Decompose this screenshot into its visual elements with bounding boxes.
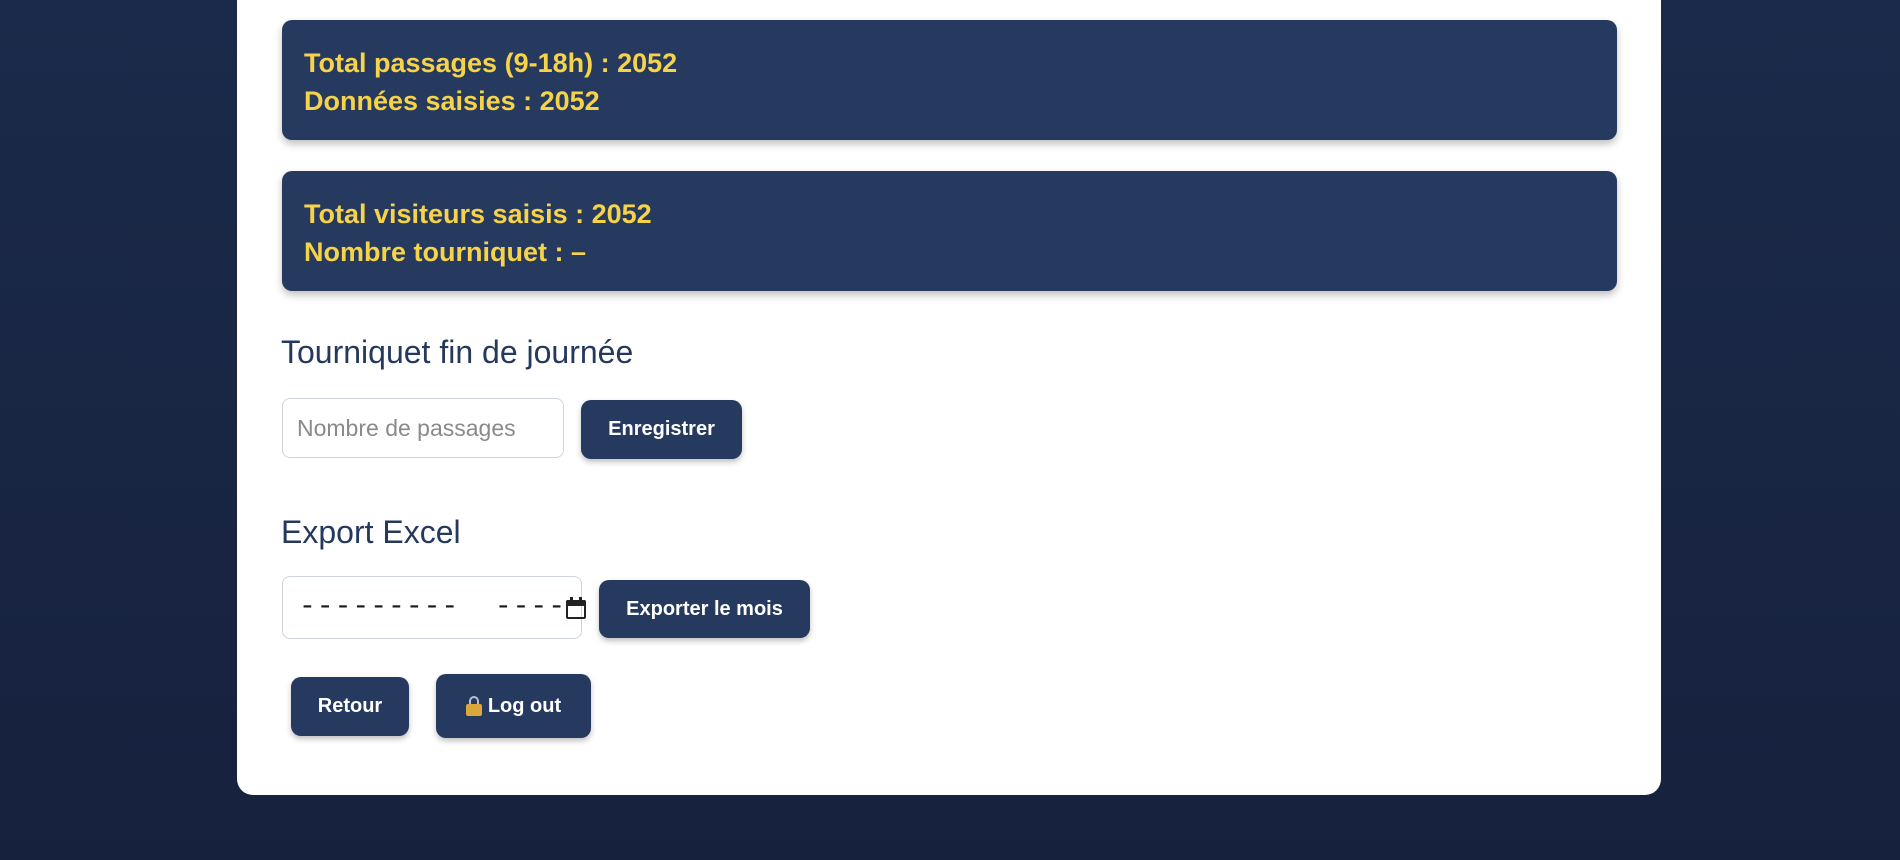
total-passages-text: Total passages (9-18h) : 2052	[304, 48, 678, 78]
passages-summary-box: Total passages (9-18h) : 2052 Données sa…	[282, 20, 1617, 140]
back-button[interactable]: Retour	[291, 677, 409, 736]
passages-count-input[interactable]	[282, 398, 564, 458]
main-card: Total passages (9-18h) : 2052 Données sa…	[237, 0, 1661, 795]
lock-icon	[465, 696, 482, 716]
month-picker-input[interactable]: --------- ----	[282, 576, 587, 639]
donnees-saisies-text: Données saisies : 2052	[304, 86, 600, 116]
export-section-title: Export Excel	[281, 514, 461, 550]
export-month-button[interactable]: Exporter le mois	[599, 580, 810, 638]
turnstile-section-title: Tourniquet fin de journée	[281, 334, 634, 370]
total-visiteurs-text: Total visiteurs saisis : 2052	[304, 199, 652, 229]
month-mask-text: --------- ----	[299, 592, 567, 623]
logout-label: Log out	[487, 694, 562, 717]
nombre-tourniquet-text: Nombre tourniquet : –	[304, 237, 586, 267]
logout-button[interactable]: Log out	[436, 674, 591, 738]
visitors-summary-box: Total visiteurs saisis : 2052 Nombre tou…	[282, 171, 1617, 291]
save-button[interactable]: Enregistrer	[581, 400, 742, 459]
